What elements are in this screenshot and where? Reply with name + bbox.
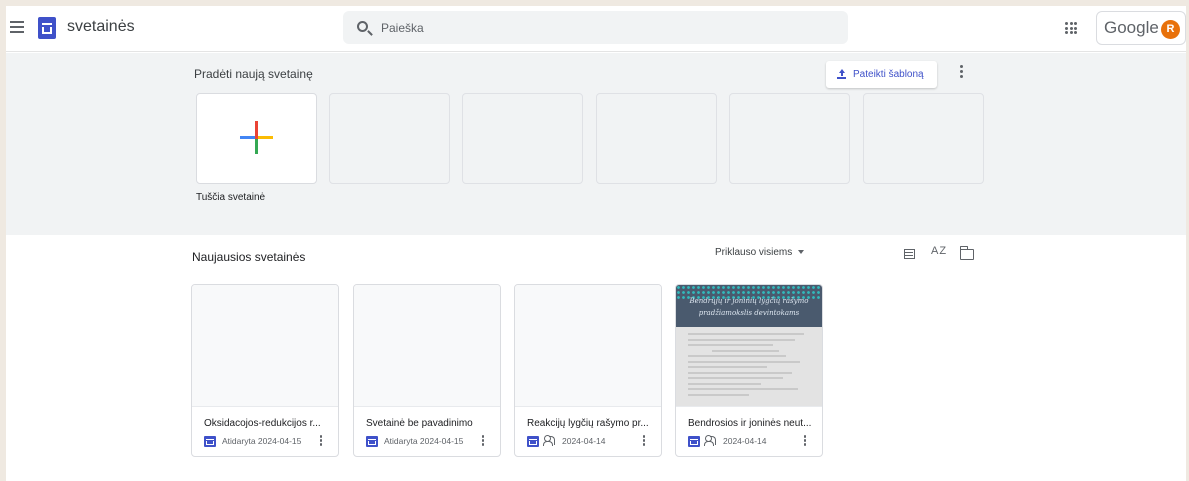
thumbnail-text-lines xyxy=(688,333,810,399)
owner-filter-dropdown[interactable]: Priklauso visiems xyxy=(715,247,805,258)
plus-icon xyxy=(240,121,273,154)
card-more-icon[interactable] xyxy=(802,435,808,448)
menu-icon[interactable] xyxy=(10,21,24,33)
site-thumbnail xyxy=(515,285,661,407)
site-thumbnail xyxy=(354,285,500,407)
search-bar[interactable] xyxy=(343,11,848,44)
sites-file-icon xyxy=(688,436,700,447)
top-app-bar: svetainės Google R xyxy=(6,6,1186,52)
site-title: Bendrosios ir joninės neut... xyxy=(688,418,812,429)
owner-filter-label: Priklauso visiems xyxy=(715,247,793,258)
site-date: 2024-04-14 xyxy=(723,436,767,446)
site-card[interactable]: Reakcijų lygčių rašymo pr... 2024-04-14 xyxy=(514,284,662,457)
sites-file-icon xyxy=(366,436,378,447)
account-switcher[interactable]: Google R xyxy=(1096,11,1186,45)
upload-icon xyxy=(837,69,846,79)
template-placeholder[interactable] xyxy=(462,93,583,184)
shared-users-icon xyxy=(543,435,555,447)
card-more-icon[interactable] xyxy=(641,435,647,448)
google-sites-logo-icon[interactable] xyxy=(38,17,56,39)
template-placeholder[interactable] xyxy=(729,93,850,184)
site-thumbnail: Bendrųjų ir joninių lygčių rašymo pradži… xyxy=(676,285,822,407)
google-apps-icon[interactable] xyxy=(1065,22,1077,34)
shared-users-icon xyxy=(704,435,716,447)
search-icon[interactable] xyxy=(357,21,368,32)
sites-file-icon xyxy=(204,436,216,447)
upload-template-button[interactable]: Pateikti šabloną xyxy=(826,61,937,88)
caret-down-icon xyxy=(798,250,805,255)
section-title: Pradėti naują svetainę xyxy=(194,67,313,81)
more-options-icon[interactable] xyxy=(957,65,965,81)
template-placeholder[interactable] xyxy=(596,93,717,184)
avatar[interactable]: R xyxy=(1161,20,1180,39)
site-card[interactable]: Oksidacojos-redukcijos r... Atidaryta 20… xyxy=(191,284,339,457)
start-new-site-section: Pradėti naują svetainę Pateikti šabloną … xyxy=(6,53,1186,235)
thumbnail-banner-subtitle: pradžiamokslis devintokams xyxy=(698,309,800,317)
site-opened-date: Atidaryta 2024-04-15 xyxy=(384,436,464,446)
site-title: Svetainė be pavadinimo xyxy=(366,418,473,429)
template-placeholder[interactable] xyxy=(863,93,984,184)
sort-az-icon[interactable]: AZ xyxy=(931,245,947,257)
folder-icon[interactable] xyxy=(959,246,974,260)
sites-home: svetainės Google R Pradėti naują svetain… xyxy=(6,6,1186,481)
card-more-icon[interactable] xyxy=(318,435,324,448)
search-input[interactable] xyxy=(381,18,821,38)
site-card[interactable]: Bendrųjų ir joninių lygčių rašymo pradži… xyxy=(675,284,823,457)
thumbnail-banner: Bendrųjų ir joninių lygčių rašymo pradži… xyxy=(676,285,822,327)
site-title: Oksidacojos-redukcijos r... xyxy=(204,418,321,429)
recent-sites-title: Naujausios svetainės xyxy=(192,250,306,264)
site-thumbnail xyxy=(192,285,338,407)
sites-file-icon xyxy=(527,436,539,447)
template-placeholder[interactable] xyxy=(329,93,450,184)
site-title: Reakcijų lygčių rašymo pr... xyxy=(527,418,649,429)
blank-site-label: Tuščia svetainė xyxy=(196,192,266,203)
thumbnail-banner-title: Bendrųjų ir joninių lygčių rašymo xyxy=(689,297,809,305)
upload-template-label: Pateikti šabloną xyxy=(853,69,924,80)
google-logo: Google xyxy=(1104,18,1159,37)
site-card[interactable]: Svetainė be pavadinimo Atidaryta 2024-04… xyxy=(353,284,501,457)
blank-site-template[interactable] xyxy=(196,93,317,184)
card-more-icon[interactable] xyxy=(480,435,486,448)
site-opened-date: Atidaryta 2024-04-15 xyxy=(222,436,302,446)
site-date: 2024-04-14 xyxy=(562,436,606,446)
list-view-icon[interactable] xyxy=(904,249,915,259)
app-title: svetainės xyxy=(67,18,135,35)
